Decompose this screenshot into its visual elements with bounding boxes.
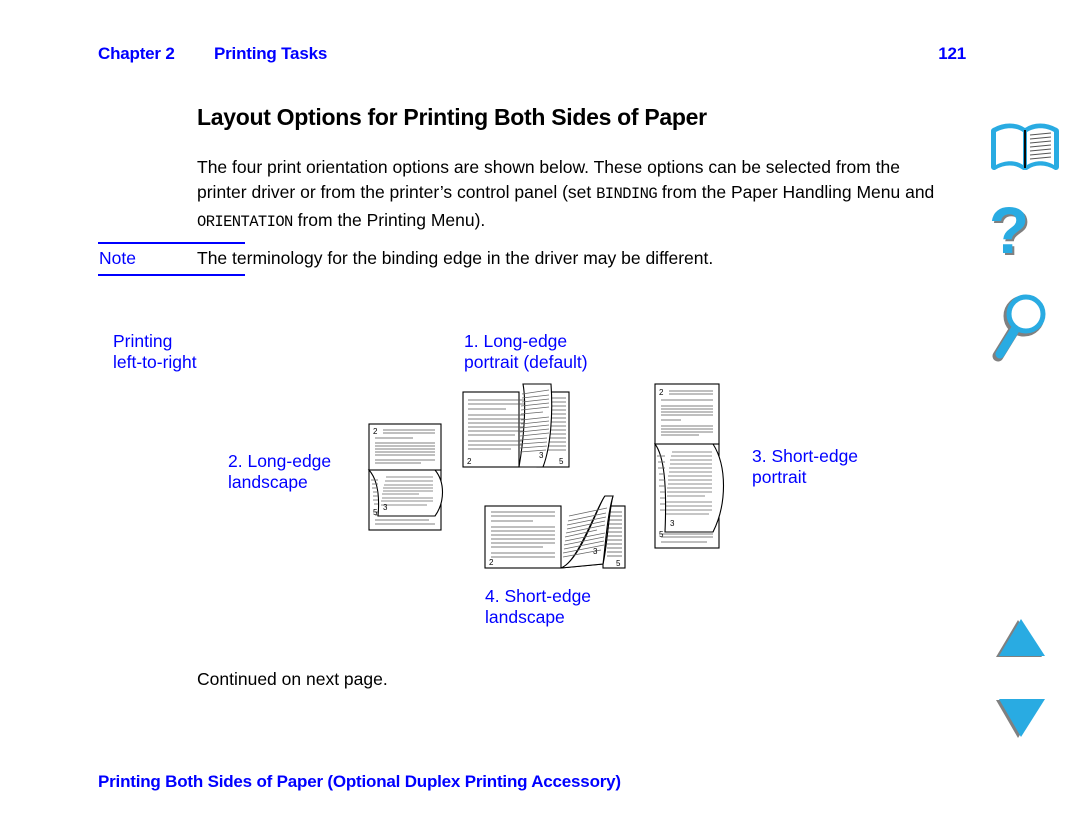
svg-text:3: 3 [670, 519, 675, 528]
header-chapter-title: Printing Tasks [214, 44, 328, 63]
diagram-label-printing-direction: Printing left-to-right [113, 331, 197, 373]
book-icon[interactable] [986, 118, 1066, 180]
diagram-label-option-2-line1: 2. Long-edge [228, 451, 332, 471]
continued-text: Continued on next page. [197, 669, 388, 689]
note-label: Note [99, 248, 136, 268]
diagram-label-option-4-line1: 4. Short-edge [485, 586, 592, 606]
diagram-label-option-1-line1: 1. Long-edge [464, 331, 568, 351]
header-page-number: 121 [938, 44, 966, 63]
diagram-label-printing-direction-line2: left-to-right [113, 352, 197, 372]
svg-text:2: 2 [467, 457, 472, 466]
triangle-down-icon[interactable] [986, 695, 1066, 743]
note-text: The terminology for the binding edge in … [197, 248, 714, 268]
page-title: Layout Options for Printing Both Sides o… [197, 104, 707, 131]
question-mark-icon[interactable]: ? ? [986, 193, 1066, 276]
diagram-label-option-2-line2: landscape [228, 472, 308, 492]
svg-text:3: 3 [383, 503, 388, 512]
svg-text:2: 2 [659, 388, 664, 397]
svg-text:5: 5 [373, 508, 378, 517]
svg-text:3: 3 [593, 547, 598, 556]
note-rule-bottom [98, 274, 245, 276]
diagram-label-option-1: 1. Long-edge portrait (default) [464, 331, 588, 373]
triangle-up-icon[interactable] [986, 615, 1066, 663]
diagram-label-option-4: 4. Short-edge landscape [485, 586, 591, 628]
page-header: Chapter 2 Printing Tasks 121 [98, 44, 966, 68]
intro-binding-keyword: BINDING [596, 185, 658, 203]
svg-text:2: 2 [373, 427, 378, 436]
intro-orientation-keyword: ORIENTATION [197, 212, 293, 231]
intro-text-part2: from the Paper Handling Menu and [657, 182, 935, 202]
svg-text:?: ? [989, 198, 1029, 267]
diagram-label-printing-direction-line1: Printing [113, 331, 173, 351]
diagram-label-option-4-line2: landscape [485, 607, 565, 627]
svg-text:5: 5 [559, 457, 564, 466]
note-rule-top [98, 242, 245, 244]
intro-paragraph: The four print orientation options are s… [197, 155, 937, 236]
svg-text:5: 5 [616, 559, 621, 568]
svg-text:5: 5 [659, 530, 664, 539]
diagram-label-option-2: 2. Long-edge landscape [228, 451, 331, 493]
intro-text-part3: from the Printing Menu). [292, 209, 486, 230]
diagram-label-option-1-line2: portrait (default) [464, 352, 588, 372]
svg-text:2: 2 [489, 558, 494, 567]
footer-section-title: Printing Both Sides of Paper (Optional D… [98, 772, 621, 791]
svg-text:3: 3 [539, 451, 544, 460]
layout-options-illustration: 5 3 2 5 2 3 5 3 2 5 2 3 [355, 378, 785, 583]
header-chapter-label: Chapter 2 [98, 44, 175, 63]
magnifier-icon[interactable] [986, 290, 1066, 370]
navigation-rail: ? ? [986, 110, 1066, 770]
